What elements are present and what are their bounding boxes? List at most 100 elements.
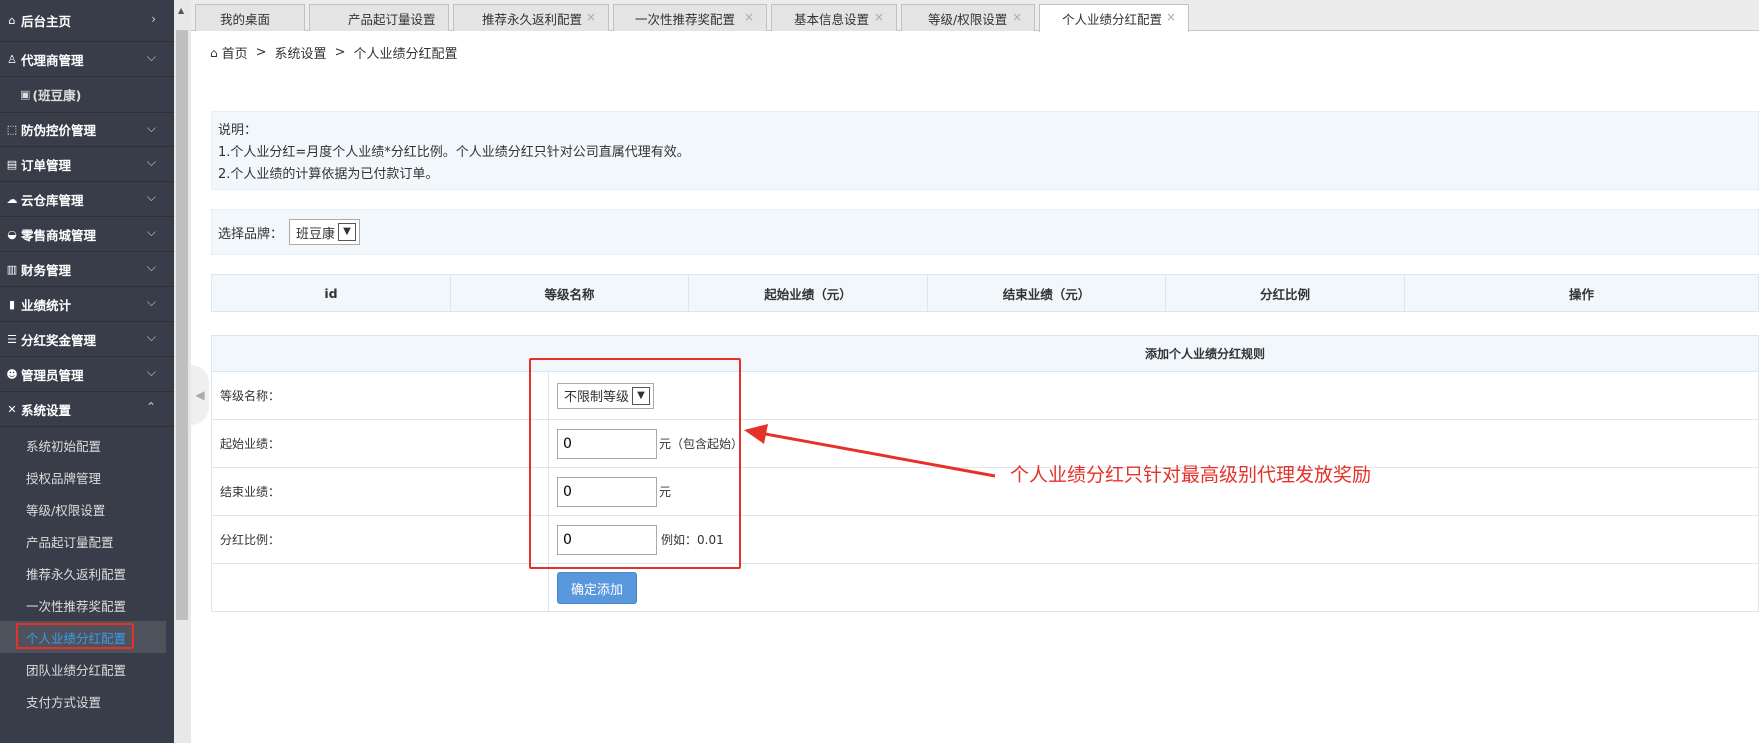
brand-label: 选择品牌： [218, 226, 284, 242]
finance-icon: ▥ [6, 262, 18, 276]
chevron-up-icon: ⌃ [145, 400, 156, 414]
level-label: 等级名称： [212, 372, 549, 419]
tab-label: 一次性推荐奖配置 [635, 11, 736, 27]
sidebar-item-label: 代理商管理 [21, 52, 84, 68]
store-icon: ◒ [7, 227, 17, 241]
chevron-down-icon: ⌵ [146, 121, 156, 135]
tab-permanent-rebate[interactable]: 推荐永久返利配置 × [453, 4, 609, 31]
sidebar-subitem-min-order[interactable]: 产品起订量配置 [0, 525, 174, 557]
sidebar-subitem-brand-auth[interactable]: 授权品牌管理 [0, 461, 174, 493]
chevron-down-icon: ⌵ [146, 295, 156, 309]
tab-personal-dividend[interactable]: 个人业绩分红配置 × [1039, 4, 1189, 32]
close-icon[interactable]: × [586, 10, 596, 24]
close-icon[interactable]: × [426, 10, 436, 24]
sidebar-subitem-label: 支付方式设置 [26, 694, 102, 710]
id-card-icon: ▣ [20, 88, 31, 101]
form-title: 添加个人业绩分红规则 [212, 336, 1758, 372]
tab-min-order[interactable]: 产品起订量设置 × [309, 4, 449, 31]
tab-desktop[interactable]: 我的桌面 [195, 4, 305, 31]
chevron-right-icon: › [151, 12, 156, 26]
highlight-box [529, 358, 741, 569]
sidebar-subitem-system-init[interactable]: 系统初始配置 [0, 429, 174, 461]
sidebar-item-system-settings[interactable]: ✕ 系统设置 ⌃ [0, 392, 174, 427]
sidebar-subitem-one-time-referral[interactable]: 一次性推荐奖配置 [0, 589, 174, 621]
tab-label: 我的桌面 [220, 11, 271, 27]
close-icon[interactable]: × [1012, 10, 1022, 24]
annotation-arrow-icon [744, 424, 996, 478]
home-icon: ⌂ [8, 14, 16, 27]
order-icon: ▤ [6, 157, 18, 171]
brand-select[interactable]: 班豆康 ▼ [289, 219, 361, 245]
notice-line: 2.个人业绩的计算依据为已付款订单。 [218, 167, 439, 182]
sidebar-subitem-personal-dividend[interactable]: 个人业绩分红配置 [0, 621, 166, 653]
scroll-up-icon[interactable]: ▲ [178, 6, 184, 15]
breadcrumb-section[interactable]: 系统设置 [275, 43, 327, 62]
breadcrumb-home[interactable]: 首页 [222, 43, 248, 62]
database-icon: ☰ [7, 332, 17, 346]
sidebar-subitem-permanent-rebate[interactable]: 推荐永久返利配置 [0, 557, 174, 589]
breadcrumb-separator: > [255, 45, 267, 60]
sidebar-item-admins[interactable]: ☻ 管理员管理 ⌵ [0, 357, 174, 392]
breadcrumb: ⌂ 首页 > 系统设置 > 个人业绩分红配置 [210, 43, 465, 62]
sidebar-scrollbar-thumb[interactable] [176, 30, 188, 620]
sidebar-item-agents[interactable]: ♙ 代理商管理 ⌵ [0, 42, 174, 77]
chevron-down-icon: ⌵ [146, 155, 156, 169]
sidebar-subitem-label: (班豆康) [32, 88, 82, 103]
tab-label: 等级/权限设置 [928, 11, 1008, 27]
tab-label: 推荐永久返利配置 [482, 11, 583, 27]
chevron-down-icon: ⌵ [146, 330, 156, 344]
chevron-left-icon: ◀ [195, 388, 205, 402]
sidebar-item-retail-mall[interactable]: ◒ 零售商城管理 ⌵ [0, 217, 174, 252]
sidebar-item-anticounterfeit[interactable]: ⬚ 防伪控价管理 ⌵ [0, 112, 174, 147]
user-icon: ♙ [7, 52, 17, 66]
sidebar-subitem-agent[interactable]: ▣ (班豆康) [0, 77, 174, 112]
sidebar-item-cloud-warehouse[interactable]: ☁ 云仓库管理 ⌵ [0, 182, 174, 217]
column-header-actions: 操作 [1568, 286, 1594, 302]
close-icon[interactable]: × [744, 10, 754, 24]
sidebar-item-label: 管理员管理 [21, 367, 84, 383]
sidebar-subitem-team-dividend[interactable]: 团队业绩分红配置 [0, 653, 174, 685]
chevron-down-icon: ⌵ [146, 225, 156, 239]
chevron-down-icon: ⌵ [146, 190, 156, 204]
close-icon[interactable]: × [874, 10, 884, 24]
sidebar-subitem-payment[interactable]: 支付方式设置 [0, 685, 174, 717]
notice-panel: 说明： 1.个人业分红=月度个人业绩*分红比例。个人业绩分红只针对公司直属代理有… [211, 111, 1759, 190]
sidebar-item-label: 业绩统计 [21, 297, 72, 313]
column-header-ratio: 分红比例 [1166, 275, 1405, 311]
home-icon: ⌂ [210, 45, 218, 60]
sidebar-item-label: 后台主页 [21, 14, 72, 29]
confirm-add-button[interactable]: 确定添加 [557, 572, 638, 604]
sidebar-item-label: 订单管理 [21, 157, 72, 173]
sidebar-subitem-level-permission[interactable]: 等级/权限设置 [0, 493, 174, 525]
chevron-down-icon: ⌵ [146, 365, 156, 379]
column-header-end-amount: 结束业绩（元） [928, 275, 1166, 311]
scan-icon: ⬚ [6, 123, 18, 136]
end-label: 结束业绩： [212, 468, 549, 515]
tab-label: 基本信息设置 [794, 11, 870, 27]
sidebar-item-finance[interactable]: ▥ 财务管理 ⌵ [0, 252, 174, 287]
highlight-box [16, 623, 134, 649]
sidebar-item-bonus[interactable]: ☰ 分红奖金管理 ⌵ [0, 322, 174, 357]
sidebar-item-label: 财务管理 [21, 262, 72, 278]
sidebar-subitem-label: 一次性推荐奖配置 [26, 598, 127, 614]
close-icon[interactable]: × [1166, 10, 1176, 24]
tab-one-time-referral[interactable]: 一次性推荐奖配置 × [613, 4, 767, 31]
tab-bar: 我的桌面 产品起订量设置 × 推荐永久返利配置 × 一次性推荐奖配置 × 基本信… [191, 0, 1759, 32]
sidebar-item-home[interactable]: ⌂ 后台主页 › [0, 0, 174, 42]
brand-select-value: 班豆康 [296, 226, 336, 242]
collapse-sidebar-handle[interactable]: ◀ [191, 365, 209, 425]
breadcrumb-current: 个人业绩分红配置 [353, 47, 458, 62]
tab-basic-info[interactable]: 基本信息设置 × [771, 4, 897, 31]
column-header-id: id [212, 275, 451, 311]
empty-label [212, 564, 549, 612]
column-header-start-amount: 起始业绩（元） [689, 275, 928, 311]
chart-icon: ▮ [8, 297, 16, 311]
sidebar-item-performance[interactable]: ▮ 业绩统计 ⌵ [0, 287, 174, 322]
annotation-text: 个人业绩分红只针对最高级别代理发放奖励 [1010, 464, 1372, 486]
tools-icon: ✕ [7, 402, 17, 416]
sidebar-item-orders[interactable]: ▤ 订单管理 ⌵ [0, 147, 174, 182]
tab-level-permission[interactable]: 等级/权限设置 × [901, 4, 1035, 31]
admin-icon: ☻ [6, 367, 18, 381]
sidebar-item-label: 防伪控价管理 [21, 123, 97, 138]
start-label: 起始业绩： [212, 420, 549, 467]
